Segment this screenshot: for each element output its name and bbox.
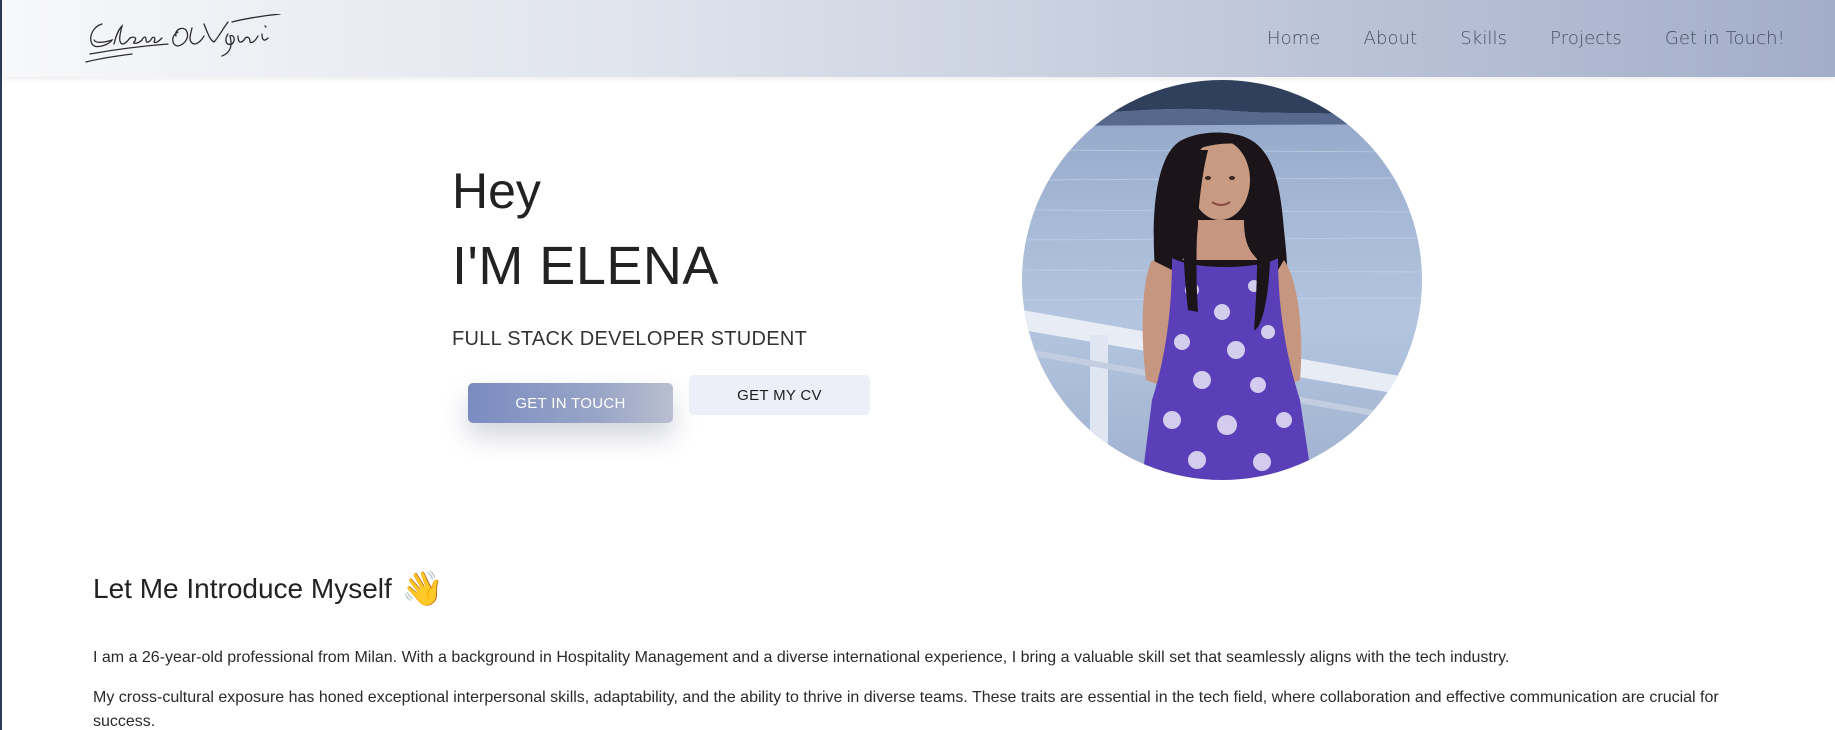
nav-link-get-in-touch[interactable]: Get in Touch! — [1665, 28, 1785, 49]
nav-link-home[interactable]: Home — [1267, 28, 1321, 49]
main-nav: Home About Skills Projects Get in Touch! — [1267, 0, 1785, 77]
nav-link-projects[interactable]: Projects — [1550, 28, 1622, 49]
nav-link-skills[interactable]: Skills — [1460, 28, 1507, 49]
logo-signature[interactable] — [82, 13, 282, 64]
get-cv-button[interactable]: GET MY CV — [689, 375, 870, 415]
intro-paragraph-1: I am a 26-year-old professional from Mil… — [93, 649, 1510, 666]
get-in-touch-button[interactable]: GET IN TOUCH — [468, 383, 673, 423]
intro-heading: Let Me Introduce Myself 👋 — [93, 572, 444, 606]
hero-name: I'M ELENA — [452, 236, 719, 296]
waving-hand-icon: 👋 — [401, 570, 445, 608]
hero-role: FULL STACK DEVELOPER STUDENT — [452, 328, 808, 350]
top-navbar: Home About Skills Projects Get in Touch! — [2, 0, 1835, 77]
nav-link-about[interactable]: About — [1364, 28, 1418, 49]
intro-paragraph-2: My cross-cultural exposure has honed exc… — [93, 689, 1719, 730]
profile-photo — [1022, 80, 1422, 480]
signature-logo-icon — [85, 13, 281, 63]
hero-greeting: Hey — [452, 163, 541, 219]
intro-title-text: Let Me Introduce Myself — [93, 573, 392, 604]
portrait-illustration — [1022, 80, 1422, 480]
